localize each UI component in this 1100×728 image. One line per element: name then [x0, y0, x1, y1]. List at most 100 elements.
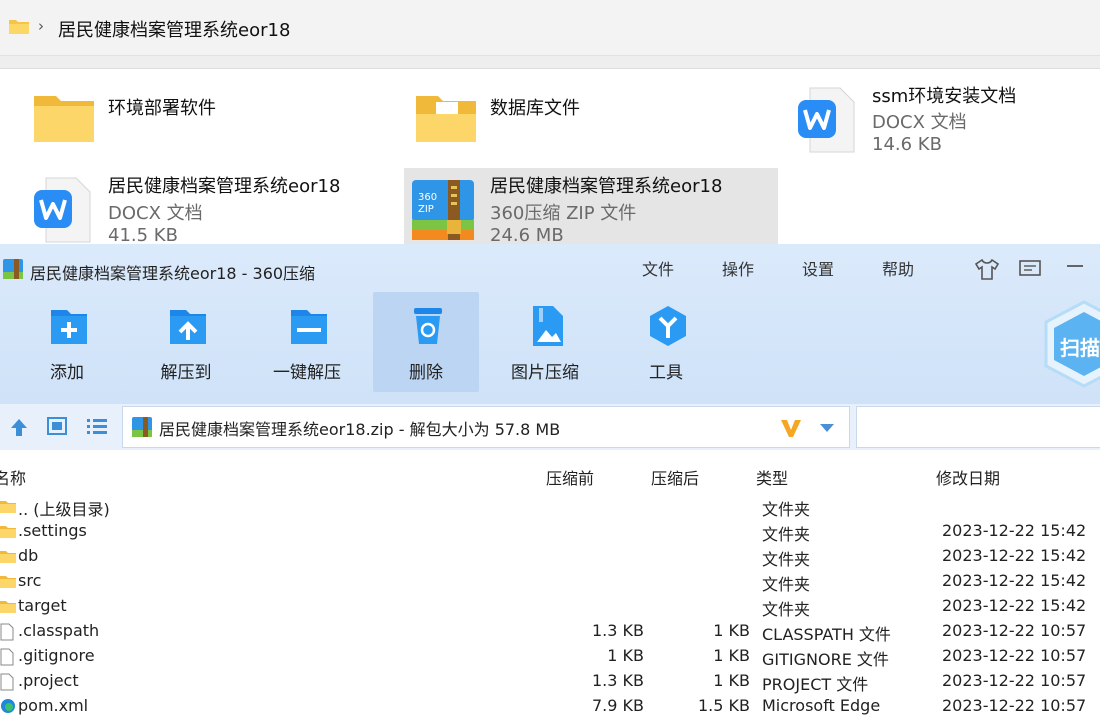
original-size: 1 KB — [607, 646, 644, 665]
file-type: CLASSPATH 文件 — [762, 625, 891, 644]
up-arrow-icon[interactable] — [8, 416, 30, 438]
breadcrumb-current-folder[interactable]: 居民健康档案管理系统eor18 — [58, 16, 290, 42]
menu-help[interactable]: 帮助 — [882, 256, 914, 280]
item-type: DOCX 文档 — [108, 203, 203, 224]
zip-window: 居民健康档案管理系统eor18 - 360压缩 文件 操作 设置 帮助 添加 解… — [0, 244, 1100, 728]
item-size: 41.5 KB — [108, 225, 178, 246]
file-type: 文件夹 — [762, 575, 811, 594]
one-click-extract-button[interactable]: 一键解压 — [254, 292, 360, 392]
minimize-icon[interactable] — [1066, 264, 1084, 268]
svg-text:ZIP: ZIP — [418, 204, 434, 215]
file-type: 文件夹 — [762, 550, 811, 569]
original-size: 1.3 KB — [592, 621, 644, 640]
explorer-address-bar: › 居民健康档案管理系统eor18 — [0, 0, 1100, 56]
menu-file[interactable]: 文件 — [642, 256, 674, 280]
tools-button[interactable]: 工具 — [613, 292, 719, 392]
svg-text:360: 360 — [418, 192, 437, 203]
folder-icon — [0, 548, 16, 567]
file-row[interactable]: .. (上级目录) 文件夹 — [0, 494, 1100, 519]
file-type: 文件夹 — [762, 600, 811, 619]
file-row[interactable]: .gitignore 1 KB 1 KB GITIGNORE 文件 2023-12-22… — [0, 644, 1100, 669]
folder-icon — [0, 598, 16, 617]
file-type: 文件夹 — [762, 500, 811, 519]
explorer-divider — [0, 56, 1100, 69]
skin-shirt-icon[interactable] — [974, 258, 1000, 280]
archive-path-text: 居民健康档案管理系统eor18.zip - 解包大小为 57.8 MB — [159, 420, 561, 439]
file-row[interactable]: target 文件夹 2023-12-22 15:42 — [0, 594, 1100, 619]
file-name: .. (上级目录) — [18, 500, 110, 519]
modified-date: 2023-12-22 10:57 — [942, 696, 1087, 715]
folder-icon — [34, 96, 94, 142]
extract-to-button[interactable]: 解压到 — [133, 292, 239, 392]
explorer-item-docx[interactable]: ssm环境安装文档 DOCX 文档 14.6 KB — [790, 80, 1100, 160]
one-click-extract-label: 一键解压 — [273, 363, 341, 383]
file-icon — [0, 648, 14, 670]
image-compress-button[interactable]: 图片压缩 — [492, 292, 598, 392]
modified-date: 2023-12-22 10:57 — [942, 671, 1087, 690]
column-type[interactable]: 类型 — [756, 465, 788, 489]
window-title: 居民健康档案管理系统eor18 - 360压缩 — [30, 264, 316, 283]
item-type: 360压缩 ZIP 文件 — [490, 203, 637, 224]
item-type: DOCX 文档 — [872, 112, 967, 133]
compressed-size: 1.5 KB — [698, 696, 750, 715]
column-compressed-size[interactable]: 压缩后 — [651, 465, 699, 489]
explorer-item-folder[interactable]: 环境部署软件 — [26, 82, 386, 152]
column-modified-date[interactable]: 修改日期 — [936, 465, 1000, 489]
file-name: .gitignore — [18, 646, 95, 665]
file-type: GITIGNORE 文件 — [762, 650, 889, 669]
scan-label: 扫描 — [1060, 336, 1100, 360]
menu-operation[interactable]: 操作 — [722, 256, 754, 280]
file-row[interactable]: db 文件夹 2023-12-22 15:42 — [0, 544, 1100, 569]
add-file-icon — [51, 310, 87, 344]
folder-icon — [0, 573, 16, 592]
file-name: .classpath — [18, 621, 100, 640]
file-row[interactable]: pom.xml 7.9 KB 1.5 KB Microsoft Edge 2023-12… — [0, 694, 1100, 719]
file-row[interactable]: .classpath 1.3 KB 1 KB CLASSPATH 文件 2023-12-… — [0, 619, 1100, 644]
explorer-item-folder[interactable]: 数据库文件 — [408, 82, 768, 152]
file-name: target — [18, 596, 67, 615]
scan-button[interactable]: 扫描 — [1044, 300, 1100, 388]
file-name: src — [18, 571, 42, 590]
item-name: 环境部署软件 — [108, 98, 216, 119]
file-row[interactable]: .settings 文件夹 2023-12-22 15:42 — [0, 519, 1100, 544]
compressed-size: 1 KB — [713, 621, 750, 640]
item-name: 数据库文件 — [490, 98, 580, 119]
chevron-down-icon[interactable] — [819, 423, 835, 433]
zip-header: 居民健康档案管理系统eor18 - 360压缩 文件 操作 设置 帮助 添加 解… — [0, 244, 1100, 404]
add-button[interactable]: 添加 — [14, 292, 120, 392]
column-name[interactable]: 名称 — [0, 465, 26, 489]
recycle-bin-icon — [414, 308, 442, 344]
file-row[interactable]: src 文件夹 2023-12-22 15:42 — [0, 569, 1100, 594]
item-size: 24.6 MB — [490, 225, 564, 246]
modified-date: 2023-12-22 10:57 — [942, 621, 1087, 640]
delete-label: 删除 — [409, 363, 443, 383]
file-name: db — [18, 546, 39, 565]
search-input[interactable] — [856, 406, 1100, 448]
add-label: 添加 — [50, 363, 84, 383]
word-doc-icon — [34, 177, 91, 243]
archive-path-field[interactable]: 居民健康档案管理系统eor18.zip - 解包大小为 57.8 MB — [122, 406, 850, 448]
file-row[interactable]: .project 1.3 KB 1 KB PROJECT 文件 2023-12-22 1… — [0, 669, 1100, 694]
modified-date: 2023-12-22 15:42 — [942, 521, 1087, 540]
one-click-extract-icon — [291, 310, 327, 344]
vip-v-icon[interactable] — [779, 417, 803, 439]
item-size: 14.6 KB — [872, 134, 942, 155]
file-icon — [0, 673, 14, 695]
compressed-size: 1 KB — [713, 646, 750, 665]
modified-date: 2023-12-22 15:42 — [942, 571, 1087, 590]
file-type: Microsoft Edge — [762, 696, 881, 715]
explorer-item-zip-selected[interactable]: 360 ZIP 居民健康档案管理系统eor18 360压缩 ZIP 文件 24.… — [404, 168, 778, 246]
menu-settings[interactable]: 设置 — [802, 256, 834, 280]
zip-file-icon — [132, 417, 152, 437]
explorer-item-docx[interactable]: 居民健康档案管理系统eor18 DOCX 文档 41.5 KB — [26, 168, 386, 246]
column-original-size[interactable]: 压缩前 — [546, 465, 594, 489]
delete-button[interactable]: 删除 — [373, 292, 479, 392]
item-name: 居民健康档案管理系统eor18 — [490, 176, 723, 197]
file-name: pom.xml — [18, 696, 89, 715]
word-doc-icon — [798, 87, 855, 153]
thumbnail-view-icon[interactable] — [46, 416, 68, 436]
feedback-icon[interactable] — [1018, 259, 1042, 279]
folder-icon — [0, 523, 16, 542]
list-view-icon[interactable] — [86, 417, 108, 435]
file-name: .settings — [18, 521, 87, 540]
